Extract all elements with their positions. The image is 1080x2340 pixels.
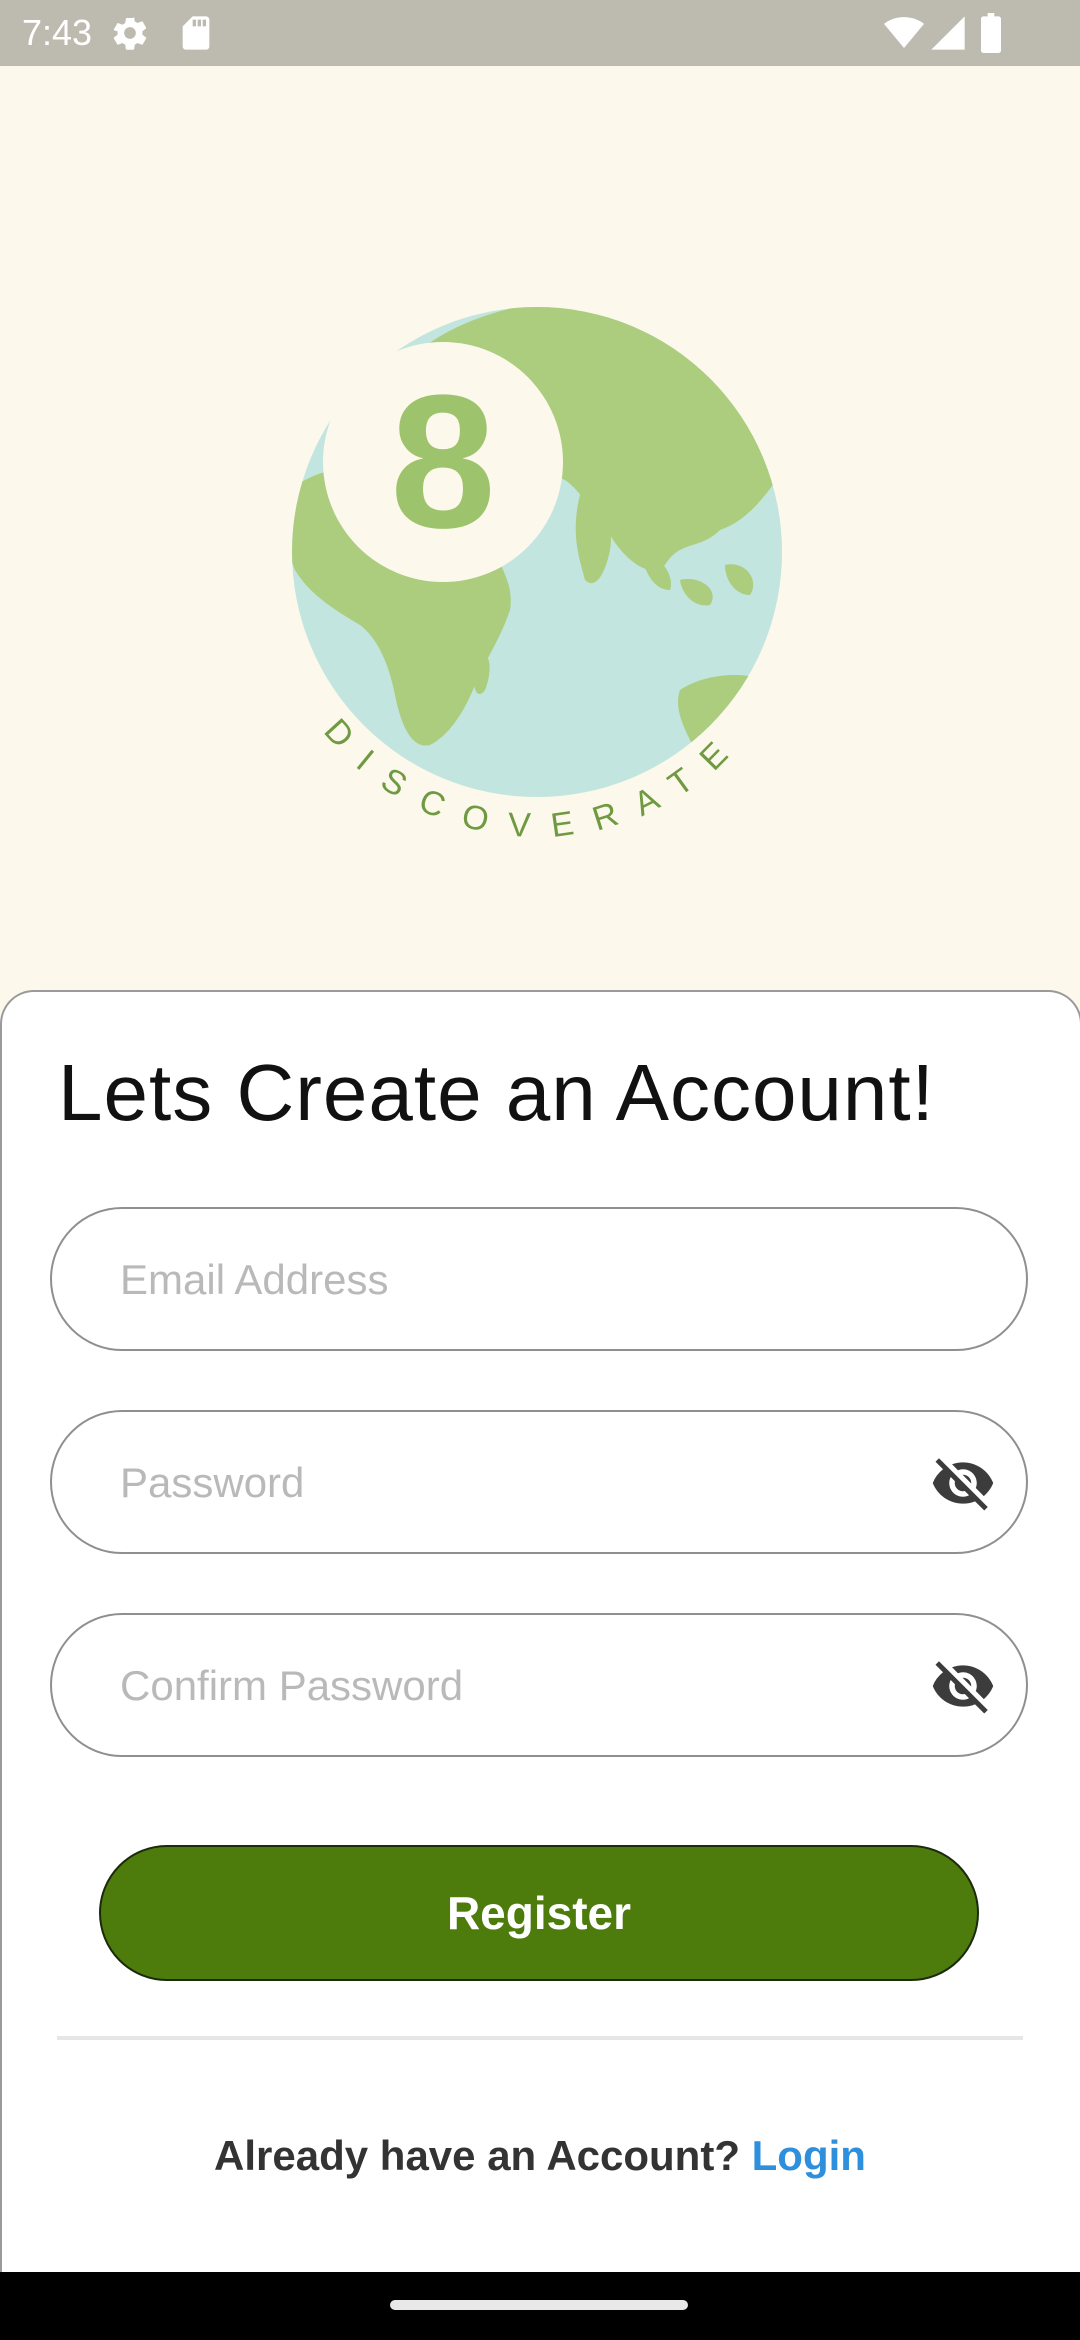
sd-card-icon — [182, 16, 210, 50]
battery-icon — [981, 13, 1001, 53]
password-input[interactable] — [118, 1412, 922, 1554]
login-link[interactable]: Login — [752, 2132, 866, 2179]
divider — [57, 2036, 1023, 2040]
password-field[interactable] — [50, 1410, 1028, 1554]
svg-text:8: 8 — [390, 356, 496, 568]
status-time: 7:43 — [22, 12, 93, 53]
confirm-password-input[interactable] — [118, 1615, 922, 1757]
home-gesture-handle[interactable] — [390, 2300, 688, 2310]
wifi-icon — [884, 17, 924, 48]
navigation-bar — [0, 2272, 1080, 2340]
email-input[interactable] — [118, 1209, 922, 1351]
discoverate-logo: 8 DISCOVERATE — [292, 307, 782, 845]
login-prompt-row: Already have an Account? Login — [0, 2130, 1080, 2182]
eye-off-icon[interactable] — [930, 1653, 996, 1719]
login-prompt-text: Already have an Account? — [214, 2132, 752, 2179]
eye-off-icon[interactable] — [930, 1450, 996, 1516]
status-bar: 7:43 — [0, 0, 1080, 66]
signal-icon — [931, 16, 965, 50]
settings-icon — [113, 17, 147, 50]
email-field[interactable] — [50, 1207, 1028, 1351]
number-badge: 8 — [323, 342, 563, 582]
page-title: Lets Create an Account! — [58, 1048, 935, 1137]
register-button[interactable]: Register — [99, 1845, 979, 1981]
confirm-password-field[interactable] — [50, 1613, 1028, 1757]
